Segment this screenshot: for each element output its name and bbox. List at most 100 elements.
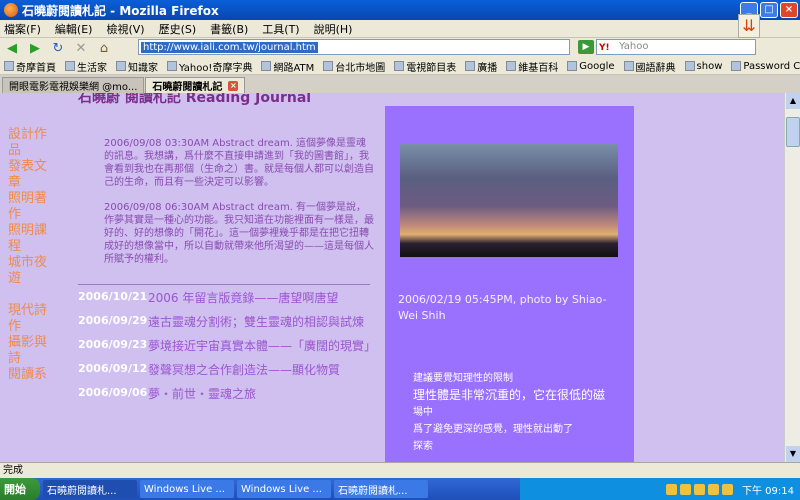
bookmark-icon	[731, 61, 742, 71]
menu-help[interactable]: 說明(H)	[314, 21, 353, 37]
menu-tools[interactable]: 工具(T)	[262, 21, 299, 37]
list-item[interactable]: 2006/10/21 2006 年留言版竟錄——唐望啊唐望	[78, 290, 374, 306]
start-button[interactable]: 開始	[0, 478, 40, 500]
list-item[interactable]: 2006/09/06 夢・前世・靈魂之旅	[78, 386, 374, 402]
tray-icon[interactable]	[694, 483, 705, 495]
list-item[interactable]: 2006/09/12 發聲冥想之合作創造法——顯化物質	[78, 362, 374, 378]
bookmark-item[interactable]: Password Chart	[731, 61, 800, 72]
list-item[interactable]: 2006/09/23 夢境接近宇宙真實本體——「廣闊的現實」	[78, 338, 376, 354]
bookmark-item[interactable]: Google	[567, 61, 615, 72]
post-title[interactable]: 夢・前世・靈魂之旅	[148, 386, 256, 402]
bookmark-item[interactable]: 維基百科	[506, 59, 558, 74]
photo-panel: 2006/02/19 05:45PM, photo by Shiao-Wei S…	[385, 106, 634, 462]
bookmark-item[interactable]: 網路ATM	[261, 59, 314, 74]
reload-icon[interactable]: ↻	[48, 40, 68, 56]
go-button[interactable]: ▶	[578, 40, 594, 54]
url-bar[interactable]: http://www.iali.com.tw/journal.htm	[138, 39, 570, 55]
nav-link[interactable]: 遊	[8, 271, 52, 287]
bookmark-item[interactable]: 廣播	[465, 59, 497, 74]
scroll-up-icon[interactable]: ▲	[786, 93, 800, 109]
bookmark-icon	[623, 61, 634, 71]
nav-link[interactable]: 城市夜	[8, 255, 52, 271]
taskbar-item[interactable]: 石曉蔚閱讀札...	[334, 480, 428, 498]
scroll-thumb[interactable]	[786, 117, 800, 147]
taskbar-item[interactable]: Windows Live ...	[237, 480, 331, 498]
post-title[interactable]: 遠古靈魂分割術；雙生靈魂的相認與試煉	[148, 314, 364, 330]
nav-link[interactable]: 現代詩	[8, 303, 52, 319]
taskbar: 開始 石曉蔚閱讀札... Windows Live ... Windows Li…	[0, 478, 800, 500]
bookmark-item[interactable]: 電視節目表	[394, 59, 456, 74]
tray-icon[interactable]	[666, 483, 677, 495]
close-button[interactable]: ×	[780, 2, 798, 18]
yahoo-icon: Y!	[599, 43, 610, 53]
left-nav: 設計作 品 發表文 章 照明著 作 照明課 程 城市夜 遊 現代詩 作 攝影與 …	[8, 127, 52, 383]
menu-history[interactable]: 歷史(S)	[159, 21, 197, 37]
bookmark-icon	[116, 61, 126, 71]
post-title[interactable]: 2006 年留言版竟錄——唐望啊唐望	[148, 290, 338, 306]
nav-link[interactable]: 品	[8, 143, 52, 159]
clock: 下午 09:14	[742, 485, 794, 497]
home-icon[interactable]: ⌂	[94, 40, 114, 56]
photo-caption: 2006/02/19 05:45PM, photo by Shiao-Wei S…	[398, 293, 607, 322]
journal-entry: 2006/09/08 03:30AM Abstract dream. 這個夢像是…	[104, 138, 374, 188]
quote-text: 建議要覺知理性的限制 理性體是非常沉重的，它在很低的磁 場中 爲了避免更深的感覺…	[413, 373, 606, 452]
bookmark-item[interactable]: 生活家	[65, 59, 107, 74]
bookmark-item[interactable]: 台北市地圖	[323, 59, 385, 74]
bookmark-item[interactable]: 知識家	[116, 59, 158, 74]
status-bar: 完成	[0, 462, 800, 478]
taskbar-item[interactable]: 石曉蔚閱讀札...	[43, 480, 137, 498]
nav-link[interactable]: 發表文	[8, 159, 52, 175]
nav-link[interactable]: 詩	[8, 351, 52, 367]
post-title[interactable]: 夢境接近宇宙真實本體——「廣闊的現實」	[148, 338, 376, 354]
bookmark-item[interactable]: 奇摩首頁	[4, 59, 56, 74]
nav-link[interactable]: 作	[8, 319, 52, 335]
tab-movie-site[interactable]: 開眼電影電視娛樂網 @mo...	[2, 77, 145, 93]
bookmark-icon	[323, 61, 334, 71]
journal-entry: 2006/09/08 06:30AM Abstract dream. 有一個夢是…	[104, 202, 374, 265]
post-date: 2006/10/21	[78, 290, 148, 303]
bookmark-icon	[167, 61, 177, 71]
search-input[interactable]: Y! Yahoo	[596, 39, 756, 55]
tab-reading-journal[interactable]: 石曉蔚閱讀札記 ×	[145, 77, 246, 93]
window-title: 石曉蔚閱讀札記 - Mozilla Firefox	[22, 3, 219, 18]
stop-icon[interactable]: ✕	[71, 40, 91, 56]
bookmarks-toolbar: 奇摩首頁 生活家 知識家 Yahoo!奇摩字典 網路ATM 台北市地圖 電視節目…	[0, 58, 800, 75]
bookmark-icon	[65, 61, 75, 71]
vertical-scrollbar[interactable]: ▲ ▼	[784, 93, 800, 462]
tray-icon[interactable]	[722, 483, 733, 495]
menu-file[interactable]: 檔案(F)	[4, 21, 41, 37]
back-button[interactable]: ◀	[2, 40, 22, 56]
post-date: 2006/09/06	[78, 386, 148, 399]
page-title: 石曉蔚 閱讀札記 Reading Journal	[78, 93, 312, 106]
tab-bar: 開眼電影電視娛樂網 @mo... 石曉蔚閱讀札記 ×	[0, 75, 800, 93]
post-date: 2006/09/12	[78, 362, 148, 375]
download-icon[interactable]: ⇊	[738, 14, 760, 38]
menu-edit[interactable]: 編輯(E)	[55, 21, 93, 37]
nav-link[interactable]: 照明著	[8, 191, 52, 207]
bookmark-icon	[506, 61, 517, 71]
tray-icon[interactable]	[680, 483, 691, 495]
nav-link[interactable]: 閱讀系	[8, 367, 52, 383]
nav-link[interactable]: 程	[8, 239, 52, 255]
nav-link[interactable]: 設計作	[8, 127, 52, 143]
nav-link[interactable]: 攝影與	[8, 335, 52, 351]
scroll-down-icon[interactable]: ▼	[786, 446, 800, 462]
bookmark-icon	[4, 61, 14, 71]
forward-button[interactable]: ▶	[25, 40, 45, 56]
menu-view[interactable]: 檢視(V)	[106, 21, 144, 37]
bookmark-item[interactable]: Yahoo!奇摩字典	[167, 59, 252, 74]
tab-close-icon[interactable]: ×	[228, 80, 239, 91]
bookmark-item[interactable]: show	[684, 61, 722, 72]
nav-link[interactable]: 章	[8, 175, 52, 191]
nav-link[interactable]: 照明課	[8, 223, 52, 239]
post-title[interactable]: 發聲冥想之合作創造法——顯化物質	[148, 362, 340, 378]
tray-icon[interactable]	[708, 483, 719, 495]
nav-link[interactable]: 作	[8, 207, 52, 223]
bookmark-item[interactable]: 國語辭典	[623, 59, 676, 74]
taskbar-item[interactable]: Windows Live ...	[140, 480, 234, 498]
bookmark-icon	[394, 61, 405, 71]
maximize-button[interactable]: □	[760, 2, 778, 18]
menu-bookmarks[interactable]: 書籤(B)	[210, 21, 248, 37]
list-item[interactable]: 2006/09/29 遠古靈魂分割術；雙生靈魂的相認與試煉	[78, 314, 374, 330]
